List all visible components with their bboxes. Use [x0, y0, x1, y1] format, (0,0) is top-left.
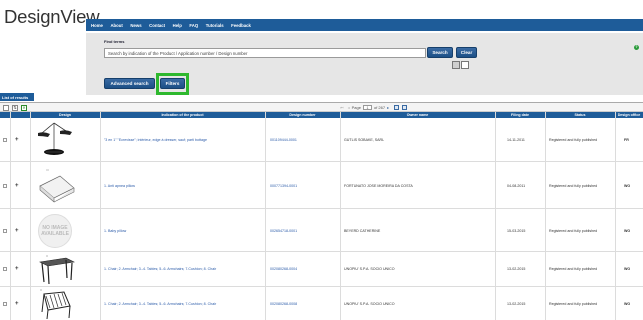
search-button[interactable]: Search [427, 47, 453, 58]
design-office: WO [624, 184, 631, 188]
page-label: Page [351, 105, 361, 110]
design-number-link[interactable]: 000771394-0001 [270, 184, 338, 188]
owner-name: UNOPIU' S.P.A. SOCIO UNICO [344, 302, 395, 306]
status: Registered and fully published [549, 184, 598, 188]
indication-link[interactable]: "3 en 1" "Ecrevisse"; intérieur, edge à … [104, 138, 264, 142]
no-image-text: NO IMAGE AVAILABLE [41, 225, 69, 237]
nav-tutorials[interactable]: Tutorials [206, 23, 224, 28]
grid-view-icon[interactable] [452, 61, 460, 69]
filing-date: 04-08-2011 [507, 184, 526, 188]
design-number-link[interactable]: 002080268-0004 [270, 267, 338, 271]
next-page-icon[interactable]: ▸ [387, 105, 389, 110]
expand-row-icon[interactable]: + [15, 301, 19, 307]
status: Registered and fully published [549, 229, 598, 233]
export-excel-icon[interactable]: ✕ [21, 105, 27, 111]
row-checkbox[interactable] [3, 302, 7, 306]
expand-row-icon[interactable]: + [15, 137, 19, 143]
nav-about[interactable]: About [110, 23, 122, 28]
select-all-icon[interactable] [3, 105, 9, 111]
results-toolbar: ⇅ ✕ ⏮ ◂ Page 1 of 267 ▸ [0, 102, 643, 112]
filing-date: 13-02-2015 [507, 267, 526, 271]
filing-date: 15-03-2015 [507, 229, 526, 233]
expand-row-icon[interactable]: + [15, 228, 19, 234]
page-total: of 267 [373, 105, 386, 110]
row-checkbox[interactable] [3, 138, 7, 142]
nav-feedback[interactable]: Feedback [231, 23, 251, 28]
nav-help[interactable]: Help [173, 23, 182, 28]
main-nav: Home About News Contact Help FAQ Tutoria… [86, 19, 643, 31]
table-row[interactable]: + 1. Chair; 2. Armchair; 3.-4. Tables; 5… [0, 252, 643, 287]
search-panel-title: Find terms [104, 39, 125, 44]
table-row[interactable]: + NO IMAGE AVAILABLE 1. Baby pillow 0026… [0, 209, 643, 252]
list-view-icon[interactable] [461, 61, 469, 69]
nav-faq[interactable]: FAQ [189, 23, 198, 28]
chair-icon[interactable] [36, 288, 76, 320]
owner-name: BEYERD CATHERINE [344, 229, 381, 233]
expand-row-icon[interactable]: + [15, 266, 19, 272]
design-office: WO [624, 267, 631, 271]
advanced-search-button[interactable]: Advanced search [104, 78, 155, 89]
design-number-link[interactable]: 002654718-0001 [270, 229, 338, 233]
page-input[interactable]: 1 [362, 105, 372, 110]
print-icon[interactable] [402, 105, 408, 110]
clear-button[interactable]: Clear [456, 47, 477, 58]
design-office: WO [624, 229, 631, 233]
filing-date: 14-11-2011 [507, 138, 525, 142]
row-checkbox[interactable] [3, 229, 7, 233]
indication-link[interactable]: 1. Chair; 2. Armchair; 3.-4. Tables; 5.-… [104, 302, 264, 306]
nav-home[interactable]: Home [91, 23, 103, 28]
design-office: WO [624, 302, 631, 306]
lamp-icon[interactable] [36, 121, 74, 159]
owner-name: FORTUNATO JOSE MOREIRA DA COSTA [344, 184, 413, 188]
pillow-icon[interactable] [36, 166, 76, 206]
search-panel: Find terms Search by indication of the P… [86, 33, 643, 95]
prev-page-icon[interactable]: ◂ [348, 105, 350, 110]
status: Registered and fully published [549, 302, 598, 306]
help-icon[interactable]: ? [634, 45, 639, 50]
indication-link[interactable]: 1. Anti apnea pillow [104, 184, 264, 188]
owner-name: UNOPIU' S.P.A. SOCIO UNICO [344, 267, 395, 271]
design-office: FR [624, 138, 629, 142]
indication-link[interactable]: 1. Chair; 2. Armchair; 3.-4. Tables; 5.-… [104, 267, 264, 271]
status: Registered and fully published [549, 267, 598, 271]
filters-button[interactable]: Filters [160, 78, 185, 89]
row-checkbox[interactable] [3, 184, 7, 188]
design-number-link[interactable]: 001109444-0001 [270, 138, 338, 142]
expand-row-icon[interactable]: + [15, 183, 19, 189]
search-input[interactable]: Search by indication of the Product / Ap… [104, 48, 426, 58]
pagination: ⏮ ◂ Page 1 of 267 ▸ [338, 105, 408, 110]
table-icon[interactable] [36, 254, 76, 286]
status: Registered and fully published [549, 138, 598, 142]
table-row[interactable]: + "3 en 1" "Ecrevisse"; intérieur, edge … [0, 118, 643, 162]
nav-contact[interactable]: Contact [149, 23, 165, 28]
compare-icon[interactable] [394, 105, 400, 110]
first-page-icon[interactable]: ⏮ [340, 105, 344, 110]
indication-link[interactable]: 1. Baby pillow [104, 229, 264, 233]
table-row[interactable]: + 1. Anti apnea pillow 000771394-0001 FO… [0, 162, 643, 209]
no-image-icon[interactable]: NO IMAGE AVAILABLE [38, 214, 72, 248]
table-row[interactable]: + 1. Chair; 2. Armchair; 3.-4. Tables; 5… [0, 287, 643, 320]
owner-name: GUTLIS SOBAKE, SARL [344, 138, 385, 142]
row-checkbox[interactable] [3, 267, 7, 271]
sort-icon[interactable]: ⇅ [12, 105, 18, 111]
design-number-link[interactable]: 002080268-0008 [270, 302, 338, 306]
filing-date: 13-02-2015 [507, 302, 526, 306]
nav-news[interactable]: News [130, 23, 141, 28]
results-tab[interactable]: List of results [0, 93, 34, 101]
